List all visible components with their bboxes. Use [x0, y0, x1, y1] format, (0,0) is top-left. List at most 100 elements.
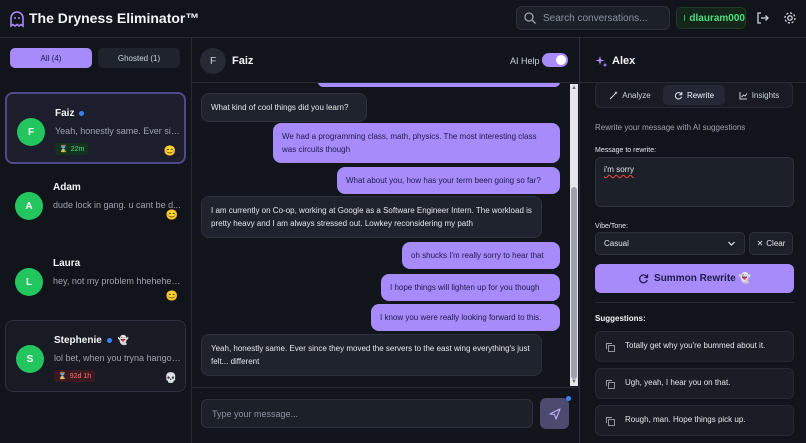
assistant-name: Alex	[612, 55, 636, 67]
message-input[interactable]	[201, 399, 533, 428]
vibe-tone-select[interactable]: Casual	[595, 232, 745, 255]
wand-icon	[609, 91, 618, 99]
conversation-name-label: Adam	[53, 182, 81, 193]
ai-help-toggle[interactable]	[542, 53, 568, 67]
panel-header: Alex	[580, 38, 806, 83]
ai-help-label: AI Help	[510, 56, 540, 66]
tab-analyze-label: Analyze	[622, 90, 651, 100]
chart-icon	[739, 91, 748, 99]
conversation-sidebar: All (4) Ghosted (1) F Faiz Yeah, honestl…	[0, 38, 192, 443]
message-bubble-incoming: What kind of cool things did you learn?	[201, 93, 367, 122]
search-icon	[524, 12, 536, 24]
chat-header: F Faiz AI Help	[192, 38, 579, 83]
message-composer	[192, 387, 579, 443]
conversation-item-stephenie[interactable]: S Stephenie 👻 lol bet, when you tryna ha…	[5, 320, 186, 392]
hourglass-icon: ⌛	[58, 373, 67, 380]
suggestions-title: Suggestions:	[595, 314, 646, 323]
suggestion-text: Totally get why you're bummed about it.	[625, 341, 766, 350]
summon-rewrite-label: Summon Rewrite 👻	[654, 273, 751, 284]
message-bubble-outgoing: We had a programming class, math, physic…	[273, 123, 560, 163]
ai-assistant-panel: Alex Analyze Rewrite Insights Rewrite yo…	[579, 38, 806, 443]
close-icon: ✕	[756, 239, 764, 248]
search-bar[interactable]	[516, 6, 670, 30]
tab-rewrite-label: Rewrite	[686, 90, 715, 100]
tab-rewrite[interactable]: Rewrite	[663, 85, 725, 105]
message-list: What kind of cool things did you learn? …	[192, 83, 572, 387]
search-input[interactable]	[543, 12, 668, 24]
conversation-preview: lol bet, when you tryna hangout?	[54, 353, 182, 363]
suggestion-text: Rough, man. Hope things pick up.	[625, 415, 746, 424]
time-badge: ⌛ 92d 1h	[54, 370, 96, 382]
refresh-icon	[674, 91, 683, 99]
avatar: A	[15, 192, 43, 220]
user-status-pill[interactable]: dlauram000	[676, 7, 746, 29]
conversation-item-adam[interactable]: A Adam dude lock in gang. u cant be d...…	[5, 168, 186, 240]
chevron-down-icon	[728, 241, 735, 246]
gear-icon[interactable]	[782, 10, 798, 26]
mood-emoji: 😊	[165, 210, 178, 221]
time-badge-label: 22m	[70, 145, 85, 153]
time-badge: ⌛ 22m	[55, 143, 89, 155]
ghost-logo-icon	[10, 11, 24, 28]
scroll-up-icon[interactable]: ▲	[571, 85, 577, 91]
sparkle-icon	[595, 56, 608, 68]
copy-icon	[606, 343, 615, 352]
username-label: dlauram000	[689, 12, 745, 24]
avatar: S	[16, 345, 44, 373]
tab-insights-label: Insights	[751, 90, 780, 100]
message-to-rewrite-label: Message to rewrite:	[595, 147, 657, 154]
suggestion-text: Ugh, yeah, I hear you on that.	[625, 378, 731, 387]
vibe-tone-value: Casual	[604, 239, 629, 248]
chat-pane: F Faiz AI Help What kind of cool things …	[192, 38, 579, 443]
tab-analyze[interactable]: Analyze	[599, 85, 661, 105]
chat-contact-name: Faiz	[232, 55, 254, 67]
scroll-down-icon[interactable]: ▼	[571, 379, 577, 385]
mood-emoji: 💀	[164, 373, 177, 384]
message-bubble-outgoing: I know you were really looking forward t…	[371, 304, 560, 331]
suggestion-item[interactable]: Ugh, yeah, I hear you on that.	[595, 368, 794, 399]
message-bubble-incoming: I am currently on Co-op, working at Goog…	[201, 196, 542, 238]
summon-rewrite-button[interactable]: Summon Rewrite 👻	[595, 264, 794, 293]
rewrite-text: i'm sorry	[604, 165, 634, 174]
send-icon	[548, 407, 561, 420]
panel-tabs: Analyze Rewrite Insights	[595, 82, 793, 108]
filter-tab-all[interactable]: All (4)	[10, 48, 92, 68]
conversation-name: Stephenie 👻	[54, 335, 129, 346]
suggestion-item[interactable]: Totally get why you're bummed about it.	[595, 331, 794, 362]
panel-description: Rewrite your message with AI suggestions	[595, 123, 746, 132]
conversation-preview: dude lock in gang. u cant be d...	[53, 200, 181, 210]
mood-emoji: 😊	[165, 291, 178, 302]
app-header: The Dryness Eliminator™ dlauram000	[0, 0, 806, 38]
suggestion-item[interactable]: Rough, man. Hope things pick up.	[595, 405, 794, 436]
message-bubble-outgoing: oh shucks I'm really sorry to hear that	[402, 242, 560, 269]
toggle-knob	[556, 55, 566, 65]
divider	[595, 302, 794, 303]
scrollbar-thumb[interactable]	[571, 187, 577, 379]
ghost-icon: 👻	[117, 335, 130, 345]
conversation-name: Adam	[53, 182, 81, 193]
avatar: F	[200, 48, 226, 74]
conversation-name-label: Laura	[53, 258, 81, 269]
tab-insights[interactable]: Insights	[728, 85, 790, 105]
avatar: F	[17, 118, 45, 146]
conversation-name: Laura	[53, 258, 80, 269]
conversation-item-laura[interactable]: L Laura hey, not my problem hheheheh... …	[5, 244, 186, 316]
clear-button[interactable]: ✕ Clear	[749, 232, 793, 255]
notification-dot	[566, 396, 571, 401]
logout-icon[interactable]	[755, 10, 771, 26]
copy-icon	[606, 380, 615, 389]
conversation-preview: Yeah, honestly same. Ever since...	[55, 126, 183, 136]
send-button[interactable]	[540, 398, 569, 429]
filter-tab-ghosted[interactable]: Ghosted (1)	[98, 48, 180, 68]
rewrite-textarea[interactable]: i'm sorry	[595, 157, 794, 207]
conversation-name: Faiz	[55, 108, 85, 119]
hourglass-icon: ⌛	[59, 146, 68, 153]
message-bubble-incoming: Yeah, honestly same. Ever since they mov…	[201, 334, 542, 376]
conversation-item-faiz[interactable]: F Faiz Yeah, honestly same. Ever since..…	[5, 92, 186, 164]
message-bubble-outgoing: I hope things will lighten up for you th…	[381, 274, 560, 301]
conversation-preview: hey, not my problem hheheheh...	[53, 276, 181, 286]
message-scrollbar[interactable]: ▲ ▼	[570, 84, 578, 386]
unread-dot	[106, 338, 112, 343]
conversation-name-label: Faiz	[55, 108, 75, 119]
mood-emoji: 😊	[163, 146, 176, 157]
